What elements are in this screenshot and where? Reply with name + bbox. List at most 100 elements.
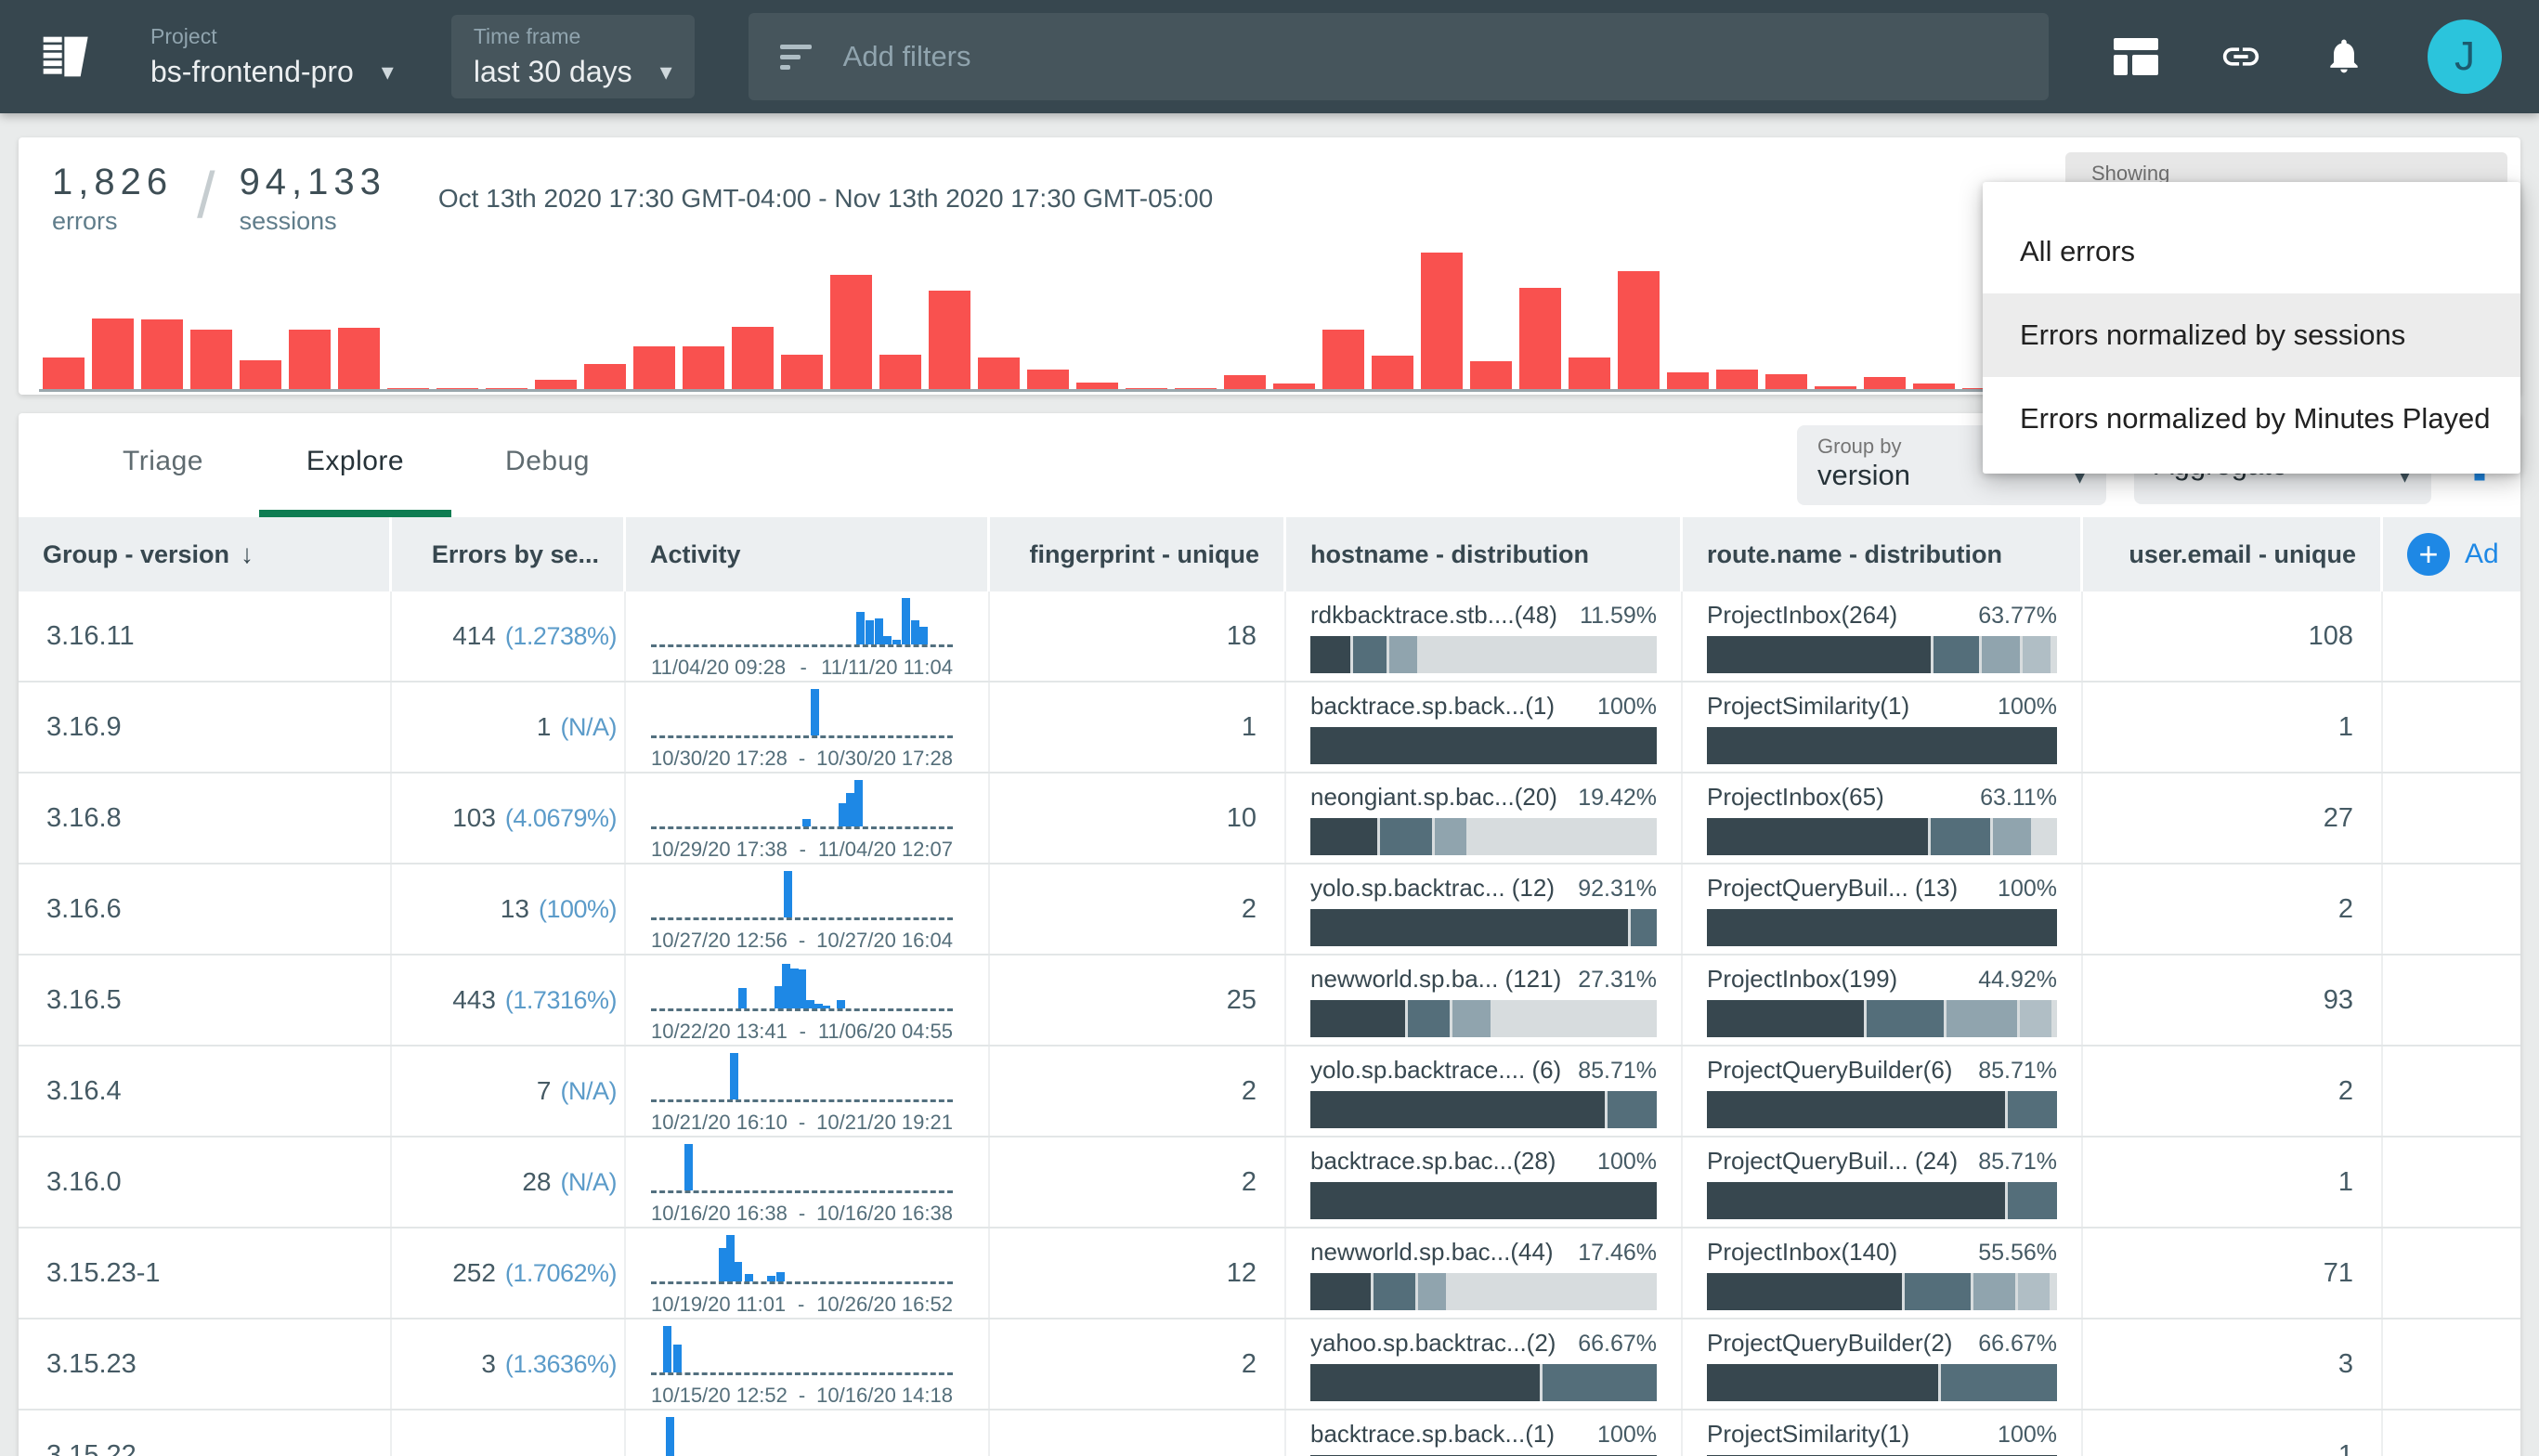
histogram-bar[interactable] [535,380,577,390]
cell-add-column-spacer [2383,1228,2520,1318]
distribution-segment [1353,636,1386,673]
column-header-fingerprint-unique[interactable]: fingerprint - unique [990,517,1286,592]
distribution-segment [1707,818,1928,855]
histogram-bar[interactable] [240,360,281,390]
cell-hostname-distribution: backtrace.sp.bac...(28)100% [1286,1138,1683,1227]
histogram-bar[interactable] [1076,383,1118,390]
hostname-top-value: newworld.sp.bac...(44) [1310,1238,1554,1267]
histogram-bar[interactable] [683,346,724,390]
tab-debug[interactable]: Debug [451,413,644,517]
table-row[interactable]: 3.15.23-1252(1.7062%)10/19/20 11:01-10/2… [19,1228,2520,1320]
activity-date-range: 10/22/20 13:41-11/06/20 04:55 [651,1020,953,1044]
hostname-top-percent: 92.31% [1578,876,1657,903]
activity-end-date: 10/16/20 14:18 [816,1384,953,1408]
route-name-distribution-bar [1707,1273,2057,1310]
histogram-bar[interactable] [633,346,675,390]
cell-group-version: 3.15.22 [19,1410,392,1456]
activity-sparkline [651,1144,953,1193]
showing-menu-option[interactable]: Errors normalized by Minutes Played [1983,377,2520,461]
tab-explore[interactable]: Explore [259,413,451,517]
histogram-bar[interactable] [190,330,232,390]
add-column-label: Ad [2465,539,2499,570]
histogram-bar[interactable] [1421,253,1463,389]
histogram-bar[interactable] [436,388,478,390]
user-avatar[interactable]: J [2428,20,2502,94]
histogram-bar[interactable] [1864,377,1906,390]
add-column-plus-icon[interactable]: + [2407,533,2450,576]
histogram-bar[interactable] [978,358,1020,390]
histogram-bar[interactable] [1519,288,1561,390]
cell-add-column-spacer [2383,682,2520,772]
table-row[interactable]: 3.16.028(N/A)10/16/20 16:38-10/16/20 16:… [19,1138,2520,1228]
timeframe-selector[interactable]: Time frame last 30 days ▾ [451,15,695,98]
histogram-bar[interactable] [1372,356,1413,389]
histogram-bar[interactable] [1470,361,1512,389]
table-row[interactable]: 3.16.613(100%)10/27/20 12:56-10/27/20 16… [19,864,2520,956]
cell-fingerprint-unique: 1 [990,682,1286,772]
bell-icon[interactable] [2324,35,2366,78]
table-row[interactable]: 3.16.8103(4.0679%)10/29/20 17:38-11/04/2… [19,774,2520,864]
table-row[interactable]: 3.16.47(N/A)10/21/20 16:10-10/21/20 19:2… [19,1046,2520,1138]
showing-menu-option[interactable]: Errors normalized by sessions [1983,293,2520,377]
histogram-bar[interactable] [732,327,774,390]
histogram-bar[interactable] [1618,271,1660,390]
histogram-bar[interactable] [1569,358,1610,390]
histogram-bar[interactable] [1126,388,1167,390]
column-header-group-version[interactable]: Group - version↓ [19,517,392,592]
dashboard-layout-icon[interactable] [2114,38,2158,75]
histogram-bar[interactable] [1913,384,1955,389]
cell-user-email-unique: 2 [2083,864,2383,954]
column-header-errors-by-se-[interactable]: Errors by se... [392,517,626,592]
link-icon[interactable] [2220,35,2262,78]
histogram-bar[interactable] [1224,375,1266,389]
histogram-bar[interactable] [1716,370,1758,389]
histogram-bar[interactable] [141,319,183,389]
histogram-bar[interactable] [1027,370,1069,389]
histogram-bar[interactable] [1322,330,1364,390]
activity-start-date: 10/22/20 13:41 [651,1020,788,1044]
column-header-activity[interactable]: Activity [626,517,990,592]
route-name-top-value: ProjectInbox(264) [1707,601,1897,630]
histogram-bar[interactable] [338,328,380,389]
column-header-hostname-distribution[interactable]: hostname - distribution [1286,517,1683,592]
table-row[interactable]: 3.16.11414(1.2738%)11/04/20 09:28-11/11/… [19,592,2520,682]
histogram-bar[interactable] [781,355,823,390]
errors-count: 1 [537,712,552,742]
distribution-segment [1543,1364,1657,1401]
distribution-segment [1310,1364,1540,1401]
histogram-bar[interactable] [486,388,527,390]
activity-date-range: 10/19/20 11:01-10/26/20 16:52 [651,1293,953,1317]
histogram-bar[interactable] [387,388,429,390]
project-selector[interactable]: Project bs-frontend-pro ▾ [150,24,394,89]
cell-group-version: 3.16.6 [19,864,392,954]
histogram-bar[interactable] [584,364,626,389]
column-header-ad[interactable]: + Ad [2383,517,2520,592]
histogram-bar[interactable] [92,318,134,390]
histogram-bar[interactable] [830,275,872,389]
histogram-bar[interactable] [1765,374,1807,390]
distribution-segment [1707,1091,2005,1128]
sparkline-bar [811,689,819,735]
histogram-bar[interactable] [1273,384,1315,389]
activity-sparkline [651,1417,953,1456]
histogram-bar[interactable] [1175,388,1217,390]
cell-route-name-distribution: ProjectInbox(65)63.11% [1683,774,2083,863]
showing-menu-option[interactable]: All errors [1983,210,2520,293]
table-row[interactable]: 3.15.233(1.3636%)10/15/20 12:52-10/16/20… [19,1320,2520,1410]
route-name-top-value: ProjectQueryBuilder(2) [1707,1329,1952,1358]
table-row[interactable]: 3.15.22backtrace.sp.back...(1)100%Projec… [19,1410,2520,1456]
column-header-user-email-unique[interactable]: user.email - unique [2083,517,2383,592]
histogram-bar[interactable] [879,355,921,390]
table-row[interactable]: 3.16.5443(1.7316%)10/22/20 13:41-11/06/2… [19,956,2520,1046]
column-header-route-name-distribution[interactable]: route.name - distribution [1683,517,2083,592]
add-filters-input[interactable]: Add filters [749,13,2049,100]
histogram-bar[interactable] [1667,372,1709,389]
histogram-bar[interactable] [929,291,970,390]
histogram-bar[interactable] [1815,386,1856,389]
tab-triage[interactable]: Triage [67,413,259,517]
sparkline-bar [822,1006,830,1008]
histogram-bar[interactable] [289,330,331,390]
histogram-bar[interactable] [43,358,85,390]
cell-fingerprint-unique: 12 [990,1228,1286,1318]
table-row[interactable]: 3.16.91(N/A)10/30/20 17:28-10/30/20 17:2… [19,682,2520,774]
